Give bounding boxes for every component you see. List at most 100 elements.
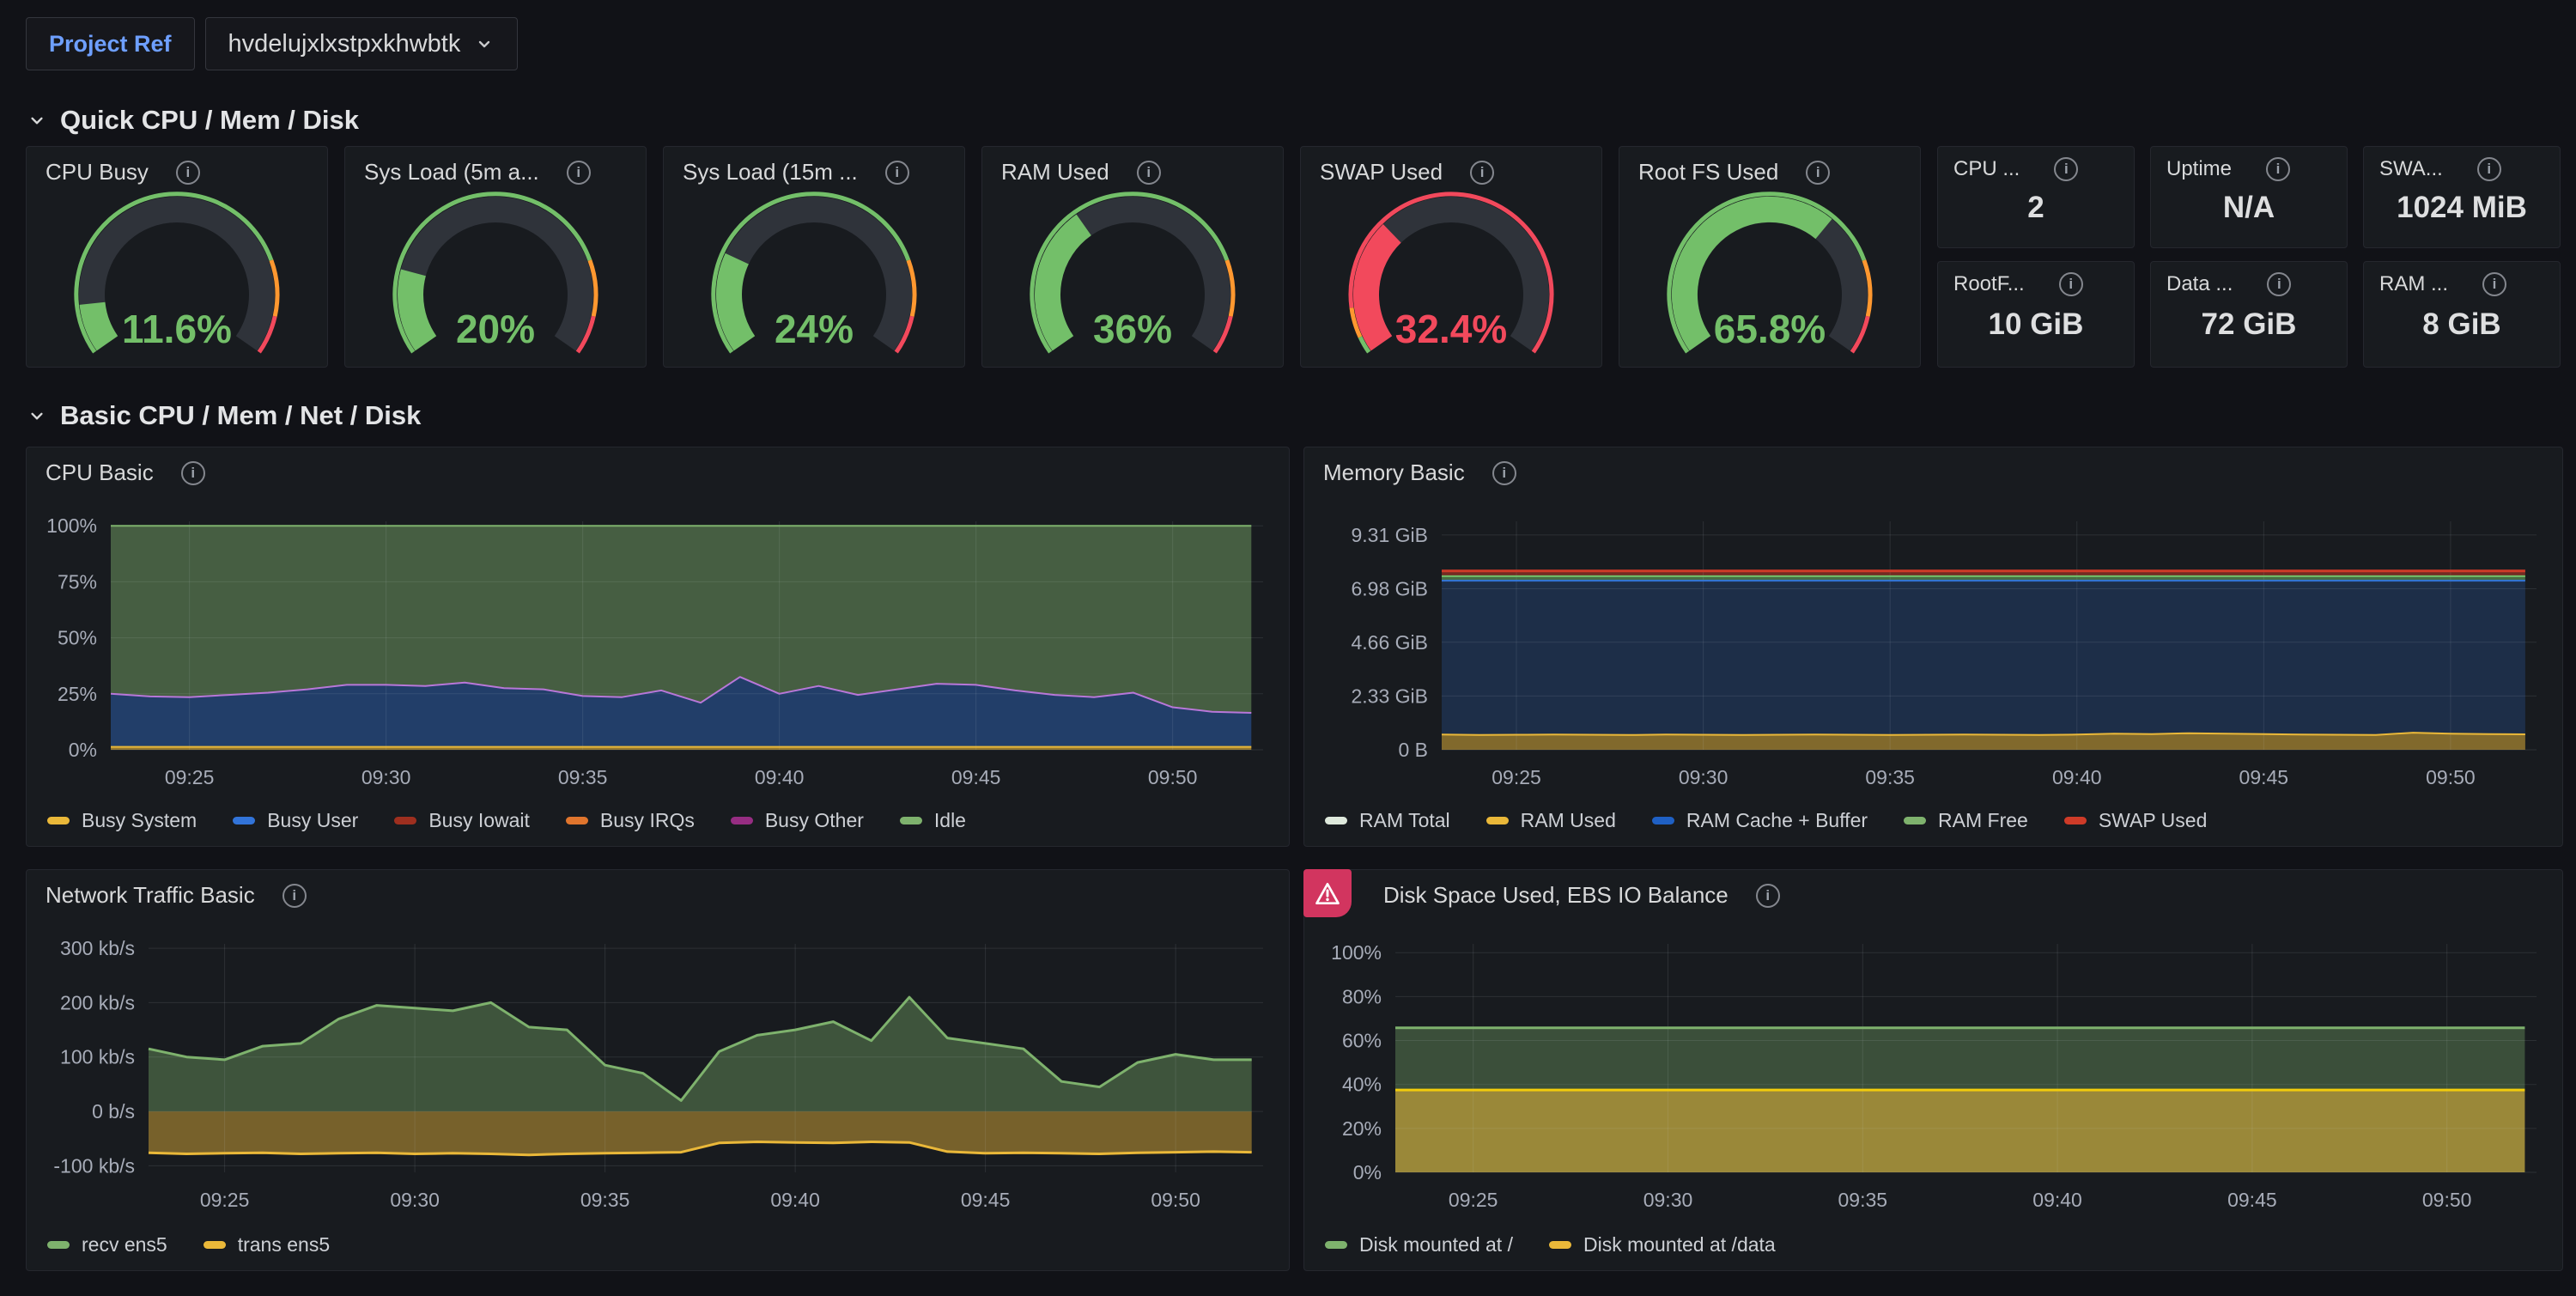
memory-basic-legend: RAM Total RAM Used RAM Cache + Buffer RAM F… <box>1325 801 2207 839</box>
legend-label: Busy IRQs <box>600 809 695 832</box>
panel-title[interactable]: Network Traffic Basic <box>46 882 255 909</box>
panel-title[interactable]: Uptime <box>2166 157 2232 181</box>
sys-load-15m-gauge: 24% <box>681 191 947 362</box>
info-icon[interactable]: i <box>181 461 205 485</box>
legend-item[interactable]: Busy Iowait <box>394 809 530 832</box>
panel-cpu-cores: CPU ...i 2 <box>1937 146 2135 248</box>
info-icon[interactable]: i <box>2267 272 2291 296</box>
info-icon[interactable]: i <box>1492 461 1516 485</box>
legend-item[interactable]: Busy System <box>47 809 197 832</box>
panel-title[interactable]: CPU Busy <box>46 159 149 186</box>
legend-item[interactable]: Busy IRQs <box>566 809 695 832</box>
legend-item[interactable]: Disk mounted at / <box>1325 1233 1513 1256</box>
panel-title[interactable]: Sys Load (5m a... <box>364 159 539 186</box>
alert-state-badge[interactable] <box>1303 869 1352 917</box>
legend-item[interactable]: Busy Other <box>731 809 864 832</box>
legend-item[interactable]: RAM Total <box>1325 809 1450 832</box>
svg-text:09:30: 09:30 <box>1679 766 1728 788</box>
legend-swatch-icon <box>1652 817 1674 824</box>
section-basic-cpu-mem-net-disk[interactable]: Basic CPU / Mem / Net / Disk <box>26 400 421 431</box>
info-icon[interactable]: i <box>176 161 200 185</box>
svg-text:100%: 100% <box>1331 941 1382 964</box>
svg-text:09:40: 09:40 <box>755 766 805 788</box>
panel-title[interactable]: Root FS Used <box>1638 159 1778 186</box>
panel-title[interactable]: CPU ... <box>1953 157 2020 181</box>
legend-item[interactable]: RAM Cache + Buffer <box>1652 809 1868 832</box>
network-traffic-legend: recv ens5 trans ens5 <box>47 1226 330 1263</box>
panel-title[interactable]: Sys Load (15m ... <box>683 159 858 186</box>
info-icon[interactable]: i <box>1470 161 1494 185</box>
section-quick-cpu-mem-disk[interactable]: Quick CPU / Mem / Disk <box>26 105 359 136</box>
info-icon[interactable]: i <box>1806 161 1830 185</box>
legend-label: trans ens5 <box>238 1233 330 1256</box>
legend-item[interactable]: trans ens5 <box>204 1233 330 1256</box>
legend-label: Disk mounted at / <box>1359 1233 1513 1256</box>
legend-item[interactable]: RAM Free <box>1904 809 2028 832</box>
panel-title[interactable]: RootF... <box>1953 272 2025 296</box>
legend-item[interactable]: RAM Used <box>1486 809 1616 832</box>
svg-text:09:35: 09:35 <box>1838 1189 1888 1211</box>
info-icon[interactable]: i <box>885 161 909 185</box>
panel-title[interactable]: CPU Basic <box>46 459 154 486</box>
legend-label: recv ens5 <box>82 1233 167 1256</box>
svg-text:09:30: 09:30 <box>1643 1189 1693 1211</box>
panel-title[interactable]: RAM Used <box>1001 159 1109 186</box>
panel-disk-space-used: Disk Space Used, EBS IO Balancei 0%20%40… <box>1303 869 2563 1271</box>
legend-item[interactable]: Disk mounted at /data <box>1549 1233 1776 1256</box>
legend-swatch-icon <box>1904 817 1926 824</box>
project-ref-button[interactable]: Project Ref <box>26 17 195 70</box>
panel-title[interactable]: RAM ... <box>2379 272 2448 296</box>
project-dropdown[interactable]: hvdelujxlxstpxkhwbtk <box>205 17 519 70</box>
svg-text:09:45: 09:45 <box>961 1189 1011 1211</box>
info-icon[interactable]: i <box>2266 157 2290 181</box>
ram-used-gauge: 36% <box>999 191 1266 362</box>
panel-title[interactable]: Data ... <box>2166 272 2233 296</box>
panel-title[interactable]: SWAP Used <box>1320 159 1443 186</box>
legend-label: Disk mounted at /data <box>1583 1233 1776 1256</box>
info-icon[interactable]: i <box>2054 157 2078 181</box>
info-icon[interactable]: i <box>1756 884 1780 908</box>
info-icon[interactable]: i <box>283 884 307 908</box>
svg-text:11.6%: 11.6% <box>122 307 232 351</box>
section-title: Quick CPU / Mem / Disk <box>60 105 359 136</box>
legend-item[interactable]: Busy User <box>233 809 358 832</box>
svg-text:09:30: 09:30 <box>361 766 411 788</box>
legend-label: SWAP Used <box>2099 809 2208 832</box>
panel-ram-total: RAM ...i 8 GiB <box>2363 261 2561 368</box>
panel-rootfs-total: RootF...i 10 GiB <box>1937 261 2135 368</box>
panel-title[interactable]: SWA... <box>2379 157 2443 181</box>
chevron-down-icon <box>26 405 48 427</box>
swap-used-gauge: 32.4% <box>1318 191 1584 362</box>
svg-text:32.4%: 32.4% <box>1395 307 1507 351</box>
info-icon[interactable]: i <box>2477 157 2501 181</box>
svg-text:50%: 50% <box>58 627 97 649</box>
cpu-busy-gauge: 11.6% <box>44 191 310 362</box>
section-title: Basic CPU / Mem / Net / Disk <box>60 400 421 431</box>
panel-ram-used: RAM Used i 36% <box>981 146 1284 368</box>
chevron-down-icon <box>26 109 48 131</box>
legend-label: RAM Free <box>1938 809 2028 832</box>
info-icon[interactable]: i <box>2059 272 2083 296</box>
legend-item[interactable]: recv ens5 <box>47 1233 167 1256</box>
info-icon[interactable]: i <box>1137 161 1161 185</box>
svg-text:2.33 GiB: 2.33 GiB <box>1352 685 1429 707</box>
legend-label: Idle <box>934 809 966 832</box>
network-traffic-chart[interactable]: -100 kb/s0 b/s100 kb/s200 kb/s300 kb/s09… <box>35 934 1277 1220</box>
panel-memory-basic: Memory Basici 0 B2.33 GiB4.66 GiB6.98 Gi… <box>1303 447 2563 847</box>
disk-space-chart[interactable]: 0%20%40%60%80%100%09:2509:3009:3509:4009… <box>1313 934 2550 1220</box>
svg-text:09:45: 09:45 <box>2227 1189 2277 1211</box>
memory-basic-chart[interactable]: 0 B2.33 GiB4.66 GiB6.98 GiB9.31 GiB09:25… <box>1313 511 2550 798</box>
svg-text:20%: 20% <box>456 307 535 351</box>
info-icon[interactable]: i <box>567 161 591 185</box>
legend-item[interactable]: SWAP Used <box>2064 809 2208 832</box>
legend-swatch-icon <box>394 817 416 824</box>
panel-title[interactable]: Memory Basic <box>1323 459 1465 486</box>
panel-title[interactable]: Disk Space Used, EBS IO Balance <box>1383 882 1728 909</box>
legend-item[interactable]: Idle <box>900 809 966 832</box>
cpu-basic-chart[interactable]: 0%25%50%75%100%09:2509:3009:3509:4009:45… <box>35 511 1277 798</box>
legend-swatch-icon <box>47 817 70 824</box>
legend-swatch-icon <box>1549 1241 1571 1249</box>
svg-text:0 B: 0 B <box>1398 739 1428 761</box>
svg-text:09:35: 09:35 <box>558 766 608 788</box>
info-icon[interactable]: i <box>2482 272 2506 296</box>
